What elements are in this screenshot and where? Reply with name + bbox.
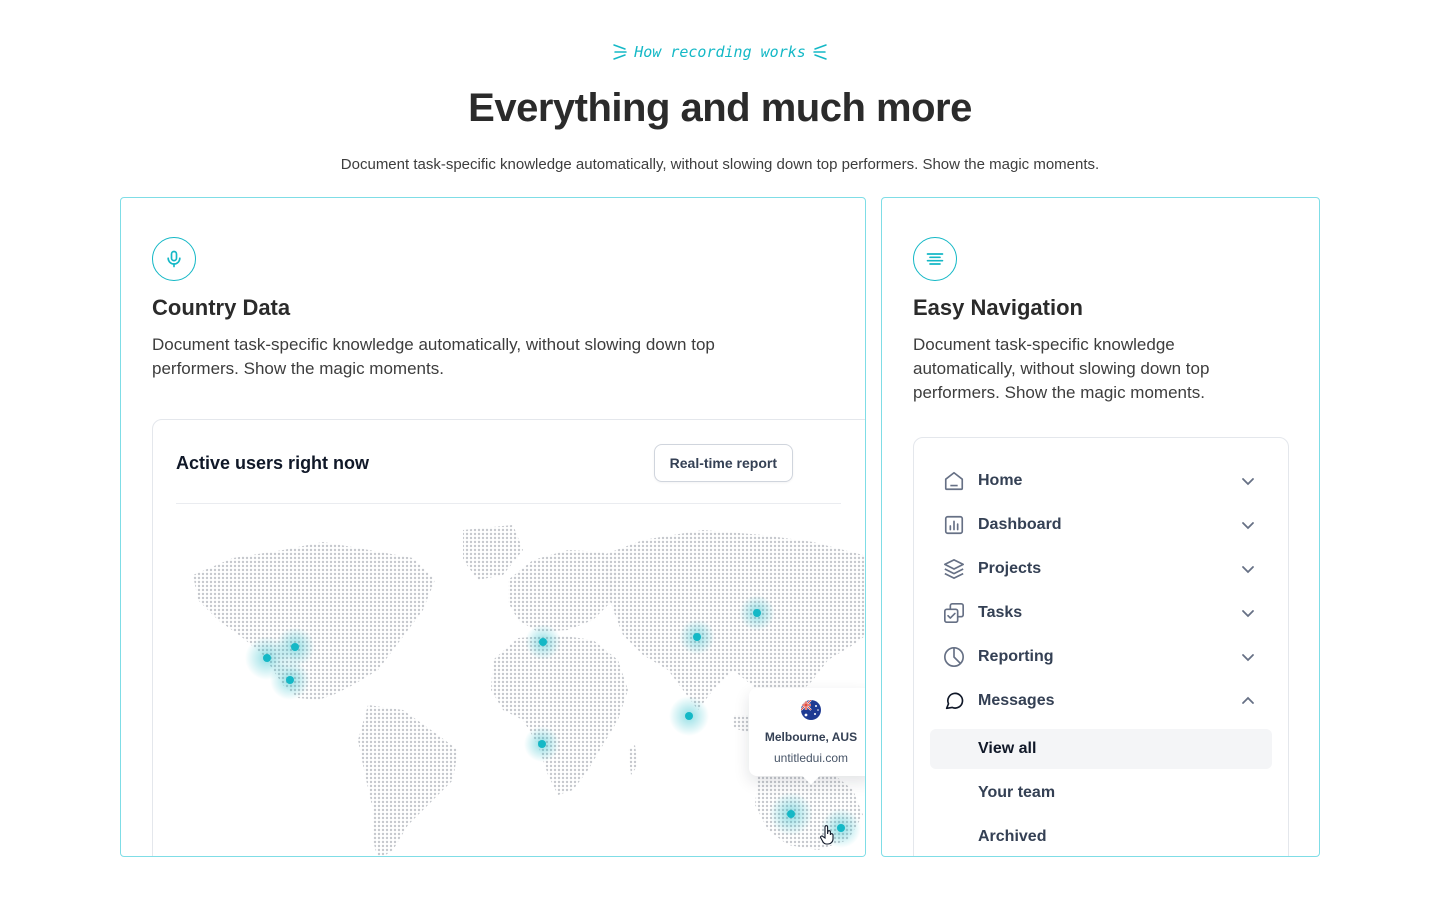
- australia-flag-icon: [801, 700, 821, 720]
- asia-shape: [603, 530, 865, 710]
- chevron-down-icon[interactable]: [1238, 471, 1258, 491]
- align-center-icon: [913, 237, 957, 281]
- panel-header: Active users right now Real-time report: [176, 442, 793, 484]
- south-america-shape: [358, 705, 458, 856]
- nav-item-tasks[interactable]: Tasks: [930, 593, 1272, 633]
- nav-item-messages[interactable]: Messages: [930, 681, 1272, 721]
- europe-shape: [508, 550, 618, 632]
- country-data-card: Country Data Document task-specific know…: [120, 197, 866, 857]
- sub-item-label: Your team: [978, 784, 1056, 801]
- microphone-icon: [152, 237, 196, 281]
- card-title: Country Data: [152, 295, 291, 320]
- nav-item-label: Projects: [978, 560, 1042, 577]
- section-eyebrow: How recording works: [0, 40, 1440, 68]
- layers-icon: [942, 557, 966, 581]
- chevron-up-icon[interactable]: [1238, 691, 1258, 711]
- madagascar-shape: [628, 745, 638, 775]
- north-america-shape: [193, 542, 435, 700]
- hand-cursor-icon: [820, 825, 834, 845]
- nav-item-label: Home: [978, 472, 1023, 489]
- nav-item-home[interactable]: Home: [930, 461, 1272, 501]
- page-title: Everything and much more: [468, 86, 972, 130]
- home-icon: [942, 469, 966, 493]
- easy-navigation-card: Easy Navigation Document task-specific k…: [881, 197, 1320, 857]
- card-description: Document task-specific knowledge automat…: [152, 335, 715, 378]
- nav-item-label: Tasks: [978, 604, 1023, 621]
- sub-item-label: View all: [978, 740, 1037, 757]
- africa-shape: [491, 635, 628, 795]
- sparkle-left-icon: [613, 44, 627, 60]
- nav-item-reporting[interactable]: Reporting: [930, 637, 1272, 677]
- chevron-down-icon[interactable]: [1238, 603, 1258, 623]
- sub-item-view-all[interactable]: View all: [930, 729, 1272, 769]
- sub-item-your-team[interactable]: Your team: [930, 773, 1272, 813]
- divider: [176, 503, 841, 504]
- tooltip-city: Melbourne, AUS: [764, 730, 858, 744]
- eyebrow-text: How recording works: [634, 43, 806, 61]
- tooltip-site: untitledui.com: [773, 751, 849, 765]
- message-icon: [942, 689, 966, 713]
- sub-item-archived[interactable]: Archived: [930, 817, 1272, 856]
- sub-item-label: Archived: [978, 828, 1047, 845]
- real-time-report-button[interactable]: Real-time report: [653, 444, 793, 482]
- card-description: Document task-specific knowledge automat…: [913, 335, 1210, 402]
- location-tooltip: Melbourne, AUS untitledui.com: [749, 688, 865, 776]
- nav-item-label: Messages: [978, 692, 1055, 709]
- pie-chart-icon: [942, 645, 966, 669]
- active-users-panel: Active users right now Real-time report: [152, 419, 865, 856]
- chevron-down-icon[interactable]: [1238, 647, 1258, 667]
- panel-title: Active users right now: [176, 452, 370, 473]
- chevron-down-icon[interactable]: [1238, 559, 1258, 579]
- page-subtitle: Document task-specific knowledge automat…: [340, 156, 1100, 173]
- bar-chart-icon: [942, 513, 966, 537]
- card-title: Easy Navigation: [913, 295, 1083, 320]
- sparkle-right-icon: [813, 44, 827, 60]
- nav-item-dashboard[interactable]: Dashboard: [930, 505, 1272, 545]
- chevron-down-icon[interactable]: [1238, 515, 1258, 535]
- greenland-shape: [463, 525, 523, 580]
- nav-item-label: Dashboard: [978, 516, 1062, 533]
- nav-item-projects[interactable]: Projects: [930, 549, 1272, 589]
- check-square-icon: [942, 601, 966, 625]
- navigation-menu: Home Dashboard Projects Tasks Reporting …: [913, 437, 1289, 856]
- nav-item-label: Reporting: [978, 648, 1054, 665]
